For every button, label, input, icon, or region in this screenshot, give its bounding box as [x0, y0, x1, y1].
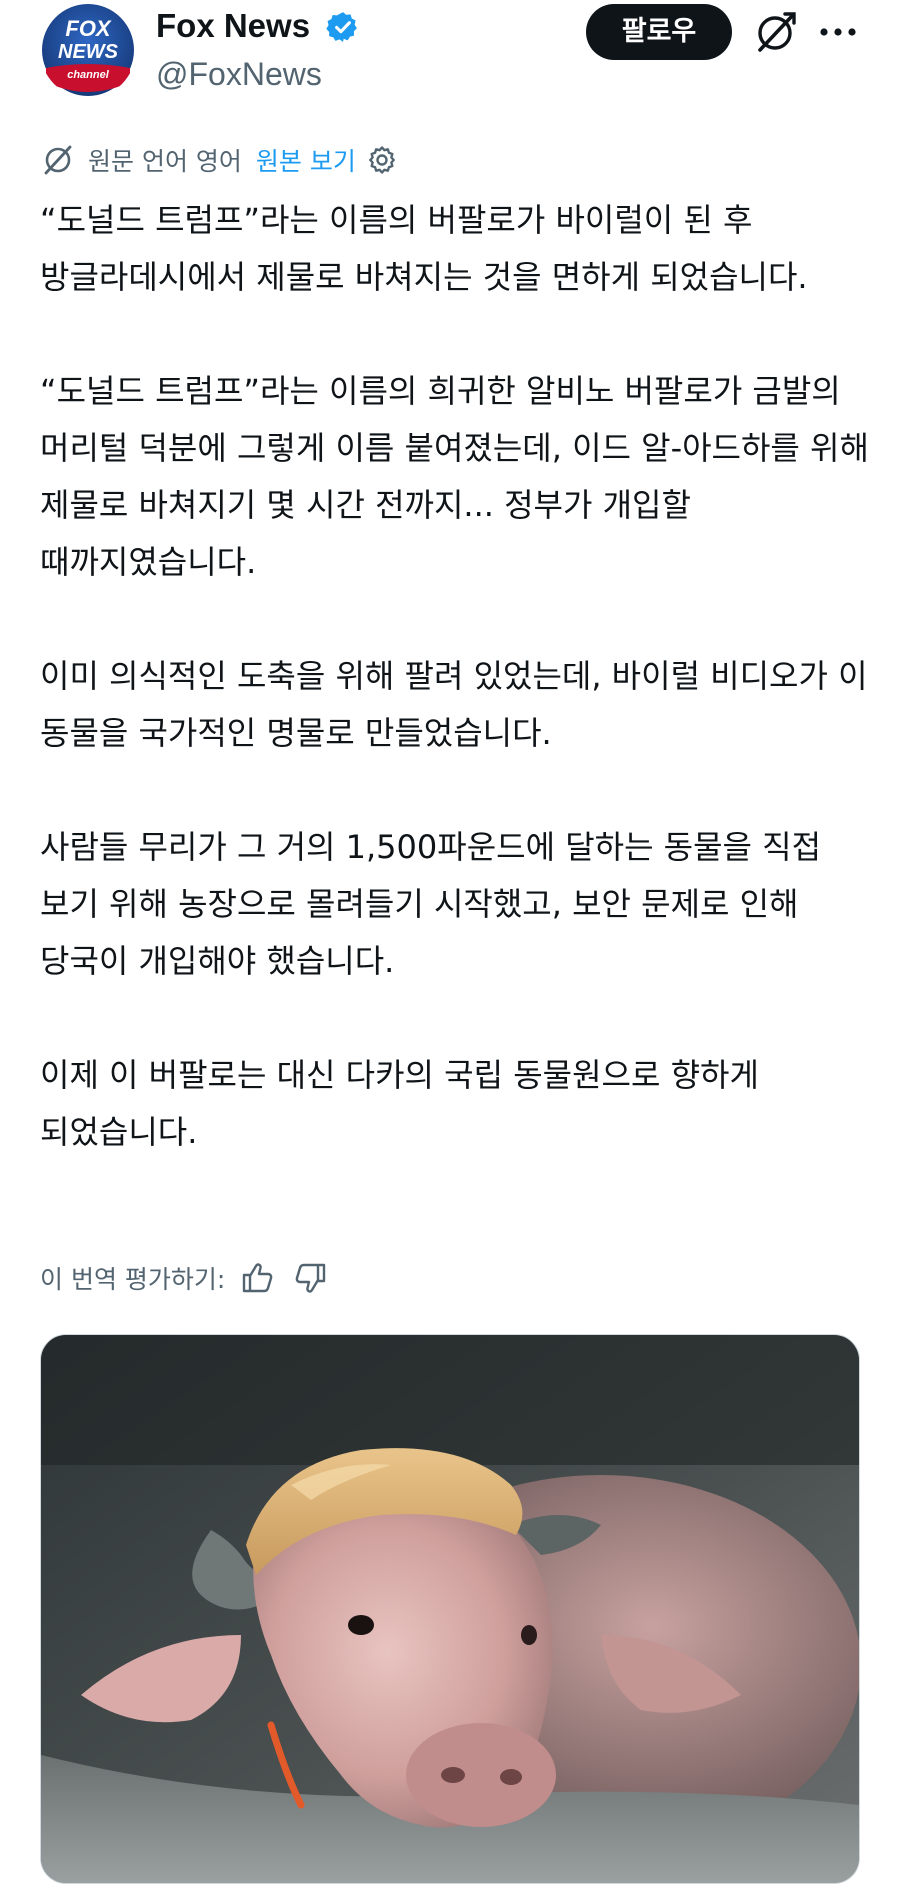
avatar-logo-line3: channel: [67, 69, 110, 81]
tweet-paragraph: “도널드 트럼프”라는 이름의 버팔로가 바이럴이 된 후 방글라데시에서 제물…: [40, 201, 808, 296]
verified-badge-icon: [326, 12, 357, 42]
translation-source-label: 원문 언어 영어: [88, 147, 242, 176]
avatar-logo-line1: FOX: [65, 16, 112, 41]
tweet-paragraph: 이제 이 버팔로는 대신 다카의 국립 동물원으로 향하게 되었습니다.: [40, 1056, 759, 1151]
rate-translation-label: 이 번역 평가하기:: [40, 1265, 226, 1294]
thumbs-up-icon[interactable]: [239, 1259, 277, 1297]
author-display-name[interactable]: Fox News: [156, 6, 310, 46]
follow-button[interactable]: 팔로우: [586, 4, 732, 60]
translate-icon: [44, 145, 72, 175]
tweet-paragraph: 사람들 무리가 그 거의 1,500파운드에 달하는 동물을 직접 보기 위해 …: [40, 828, 822, 980]
albino-buffalo-photo[interactable]: [40, 1334, 860, 1884]
tweet-paragraph: 이미 의식적인 도축을 위해 팔려 있었는데, 바이럴 비디오가 이 동물을 국…: [40, 657, 868, 752]
tweet-text: “도널드 트럼프”라는 이름의 버팔로가 바이럴이 된 후 방글라데시에서 제물…: [40, 192, 870, 1161]
tweet-header: FOX NEWS channel Fox News @FoxNews 팔로우: [0, 0, 900, 120]
thumbs-down-icon[interactable]: [291, 1259, 329, 1297]
rate-translation-bar: 이 번역 평가하기:: [40, 1256, 329, 1300]
photo-illustration: [41, 1335, 859, 1883]
more-dots-icon[interactable]: [816, 12, 860, 52]
view-original-link[interactable]: 원본 보기: [256, 142, 356, 178]
translation-bar: 원문 언어 영어 원본 보기: [40, 138, 398, 182]
gear-icon[interactable]: [366, 144, 398, 176]
author-handle[interactable]: @FoxNews: [156, 54, 322, 94]
tweet-paragraph: “도널드 트럼프”라는 이름의 희귀한 알비노 버팔로가 금발의 머리털 덕분에…: [40, 372, 869, 581]
grok-icon[interactable]: [752, 10, 798, 56]
avatar-logo-line2: NEWS: [58, 41, 119, 63]
avatar[interactable]: FOX NEWS channel: [40, 2, 136, 98]
